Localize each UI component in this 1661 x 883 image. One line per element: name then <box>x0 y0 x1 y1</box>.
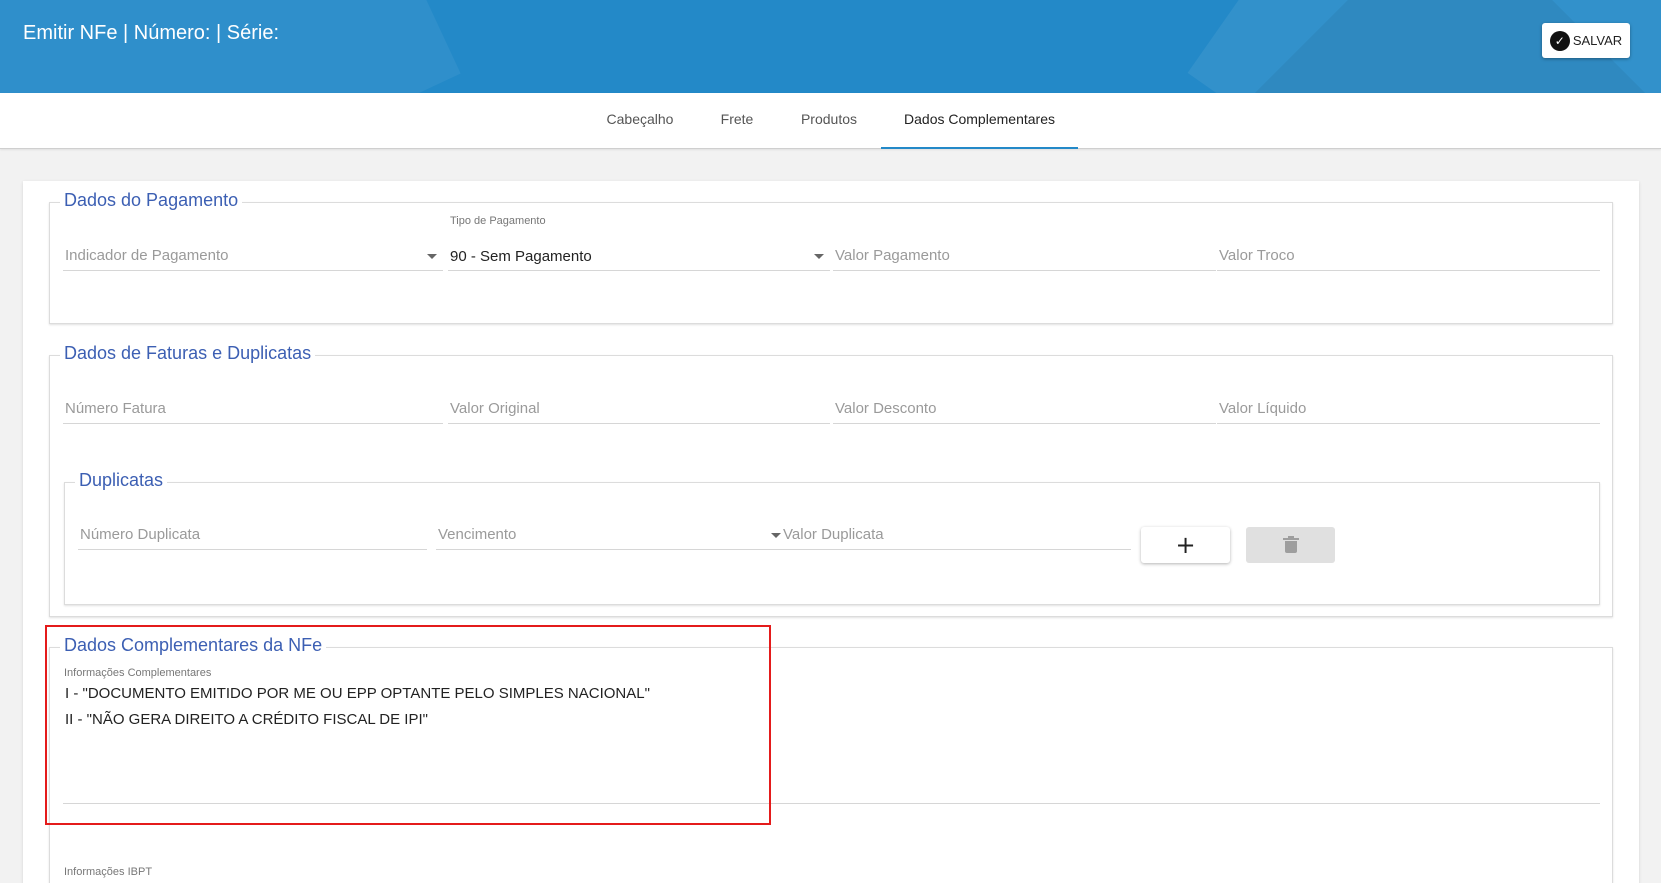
save-button[interactable]: ✓ SALVAR <box>1542 23 1630 58</box>
vencimento-date-input[interactable]: Vencimento <box>436 520 787 550</box>
chevron-down-icon <box>771 533 781 538</box>
valor-desconto-placeholder: Valor Desconto <box>835 400 937 417</box>
section-title-duplicatas: Duplicatas <box>75 470 168 491</box>
info-complementares-textarea[interactable]: I - "DOCUMENTO EMITIDO POR ME OU EPP OPT… <box>63 681 1600 803</box>
tab-dados-complementares[interactable]: Dados Complementares <box>881 93 1078 149</box>
valor-original-input[interactable]: Valor Original <box>448 394 830 424</box>
tipo-pagamento-select[interactable]: Tipo de Pagamento 90 - Sem Pagamento <box>448 215 830 271</box>
info-complementares-label: Informações Complementares <box>64 667 212 679</box>
check-circle-icon: ✓ <box>1549 30 1570 51</box>
page-title: Emitir NFe | Número: | Série: <box>23 22 279 44</box>
info-line: II - "NÃO GERA DIREITO A CRÉDITO FISCAL … <box>65 711 428 728</box>
valor-original-placeholder: Valor Original <box>450 400 540 417</box>
plus-icon: + <box>1175 531 1196 559</box>
indicador-pagamento-select[interactable]: Indicador de Pagamento <box>63 241 443 271</box>
numero-duplicata-placeholder: Número Duplicata <box>80 526 201 543</box>
numero-fatura-input[interactable]: Número Fatura <box>63 394 443 424</box>
tipo-pagamento-label: Tipo de Pagamento <box>450 215 546 227</box>
valor-duplicata-placeholder: Valor Duplicata <box>783 526 884 543</box>
header-decoration <box>0 0 461 93</box>
app-header: Emitir NFe | Número: | Série: ✓ SALVAR <box>0 0 1661 93</box>
tab-frete[interactable]: Frete <box>701 93 773 149</box>
info-line: I - "DOCUMENTO EMITIDO POR ME OU EPP OPT… <box>65 685 650 702</box>
info-ibpt-label: Informações IBPT <box>64 866 153 878</box>
valor-troco-placeholder: Valor Troco <box>1219 247 1295 264</box>
trash-icon <box>1282 535 1299 553</box>
indicador-pagamento-placeholder: Indicador de Pagamento <box>65 247 229 264</box>
valor-pagamento-placeholder: Valor Pagamento <box>835 247 950 264</box>
section-title-complementares: Dados Complementares da NFe <box>60 635 327 656</box>
tab-bar: Cabeçalho Frete Produtos Dados Complemen… <box>0 93 1661 149</box>
section-title-pagamento: Dados do Pagamento <box>60 190 243 211</box>
valor-pagamento-input[interactable]: Valor Pagamento <box>833 241 1216 271</box>
chevron-down-icon <box>427 254 437 259</box>
numero-fatura-placeholder: Número Fatura <box>65 400 166 417</box>
valor-duplicata-input[interactable]: Valor Duplicata <box>781 520 1131 550</box>
tab-cabecalho[interactable]: Cabeçalho <box>592 93 688 149</box>
numero-duplicata-input[interactable]: Número Duplicata <box>78 520 427 550</box>
textarea-underline <box>63 803 1600 804</box>
tipo-pagamento-value: 90 - Sem Pagamento <box>450 248 592 265</box>
add-duplicata-button[interactable]: + <box>1141 527 1230 563</box>
valor-liquido-placeholder: Valor Líquido <box>1219 400 1307 417</box>
valor-desconto-input[interactable]: Valor Desconto <box>833 394 1216 424</box>
tab-produtos[interactable]: Produtos <box>786 93 872 149</box>
content-card: Dados do Pagamento Indicador de Pagament… <box>23 181 1639 883</box>
valor-liquido-input[interactable]: Valor Líquido <box>1217 394 1600 424</box>
chevron-down-icon <box>814 254 824 259</box>
section-title-faturas: Dados de Faturas e Duplicatas <box>60 343 316 364</box>
delete-duplicata-button[interactable] <box>1246 527 1335 563</box>
vencimento-placeholder: Vencimento <box>438 526 517 543</box>
save-button-label: SALVAR <box>1572 33 1623 48</box>
valor-troco-input[interactable]: Valor Troco <box>1217 241 1600 271</box>
